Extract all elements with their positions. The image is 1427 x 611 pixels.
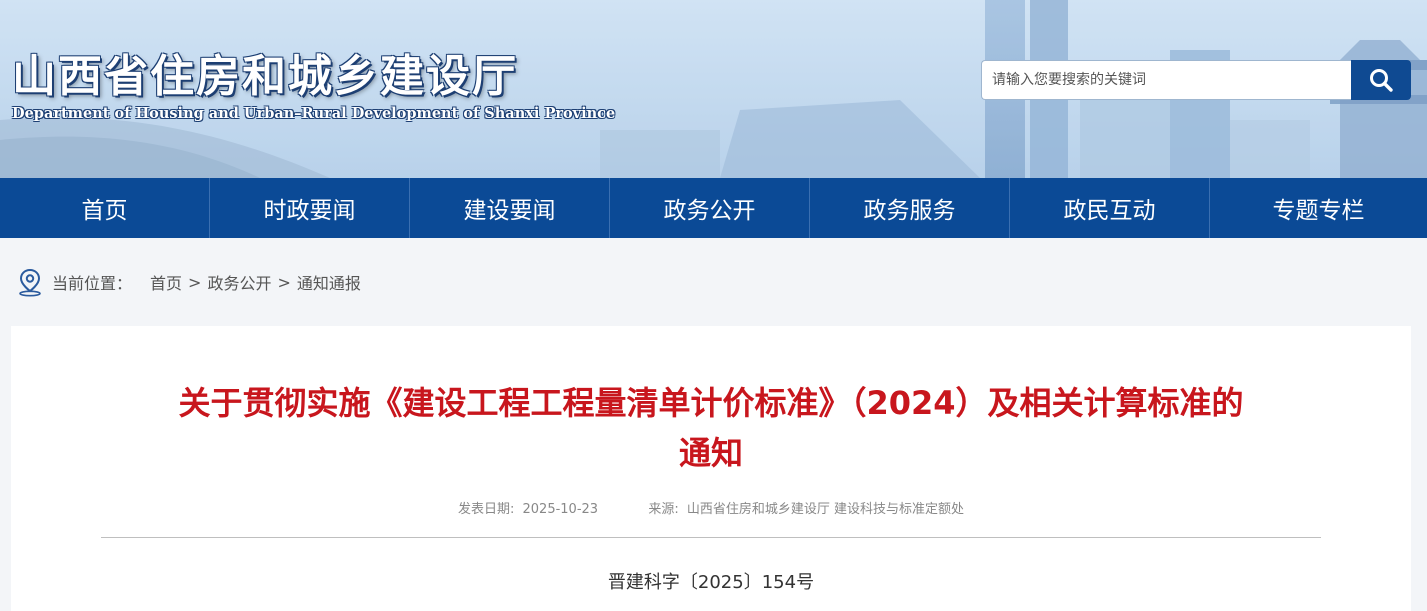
main-nav: 首页 时政要闻 建设要闻 政务公开 政务服务 政民互动 专题专栏	[0, 178, 1427, 238]
breadcrumb-home[interactable]: 首页	[150, 270, 182, 294]
date-value: 2025-10-23	[522, 502, 599, 517]
nav-item-current-affairs[interactable]: 时政要闻	[210, 178, 410, 238]
search-icon	[1370, 69, 1393, 92]
breadcrumb-label: 当前位置：	[52, 274, 133, 293]
search-bar	[981, 60, 1411, 100]
breadcrumb-notices[interactable]: 通知通报	[297, 270, 361, 294]
site-subtitle: Department of Housing and Urban–Rural De…	[12, 105, 616, 122]
breadcrumb-separator: >	[277, 272, 291, 292]
date-label: 发表日期:	[457, 502, 515, 517]
nav-item-home[interactable]: 首页	[0, 178, 210, 238]
site-title: 山西省住房和城乡建设厅	[12, 51, 518, 102]
nav-item-government-services[interactable]: 政务服务	[810, 178, 1010, 238]
breadcrumb: 当前位置： 首页 > 政务公开 > 通知通报	[16, 266, 361, 298]
article-title-line-1: 关于贯彻实施《建设工程工程量清单计价标准》（2024）及相关计算标准的	[178, 384, 1244, 422]
divider	[101, 537, 1321, 538]
nav-item-government-affairs-open[interactable]: 政务公开	[610, 178, 810, 238]
article-meta: 发表日期: 2025-10-23 来源: 山西省住房和城乡建设厅 建设科技与标准…	[11, 498, 1411, 517]
nav-item-special-topics[interactable]: 专题专栏	[1210, 178, 1427, 238]
article-card: 关于贯彻实施《建设工程工程量清单计价标准》（2024）及相关计算标准的 通知 发…	[11, 326, 1411, 611]
nav-item-public-interaction[interactable]: 政民互动	[1010, 178, 1210, 238]
article-title: 关于贯彻实施《建设工程工程量清单计价标准》（2024）及相关计算标准的 通知	[131, 378, 1291, 478]
search-button[interactable]	[1351, 60, 1411, 100]
breadcrumb-government-affairs[interactable]: 政务公开	[207, 270, 271, 294]
source-label: 来源:	[648, 502, 679, 517]
nav-item-construction-news[interactable]: 建设要闻	[410, 178, 610, 238]
breadcrumb-separator: >	[188, 272, 202, 292]
location-pin-icon	[19, 268, 41, 297]
document-number: 晋建科字〔2025〕154号	[607, 572, 815, 593]
search-input[interactable]	[981, 60, 1351, 100]
source-value: 山西省住房和城乡建设厅 建设科技与标准定额处	[686, 502, 965, 517]
article-title-line-2: 通知	[678, 434, 743, 472]
header-banner: 山西省住房和城乡建设厅 Department of Housing and Ur…	[0, 0, 1427, 178]
